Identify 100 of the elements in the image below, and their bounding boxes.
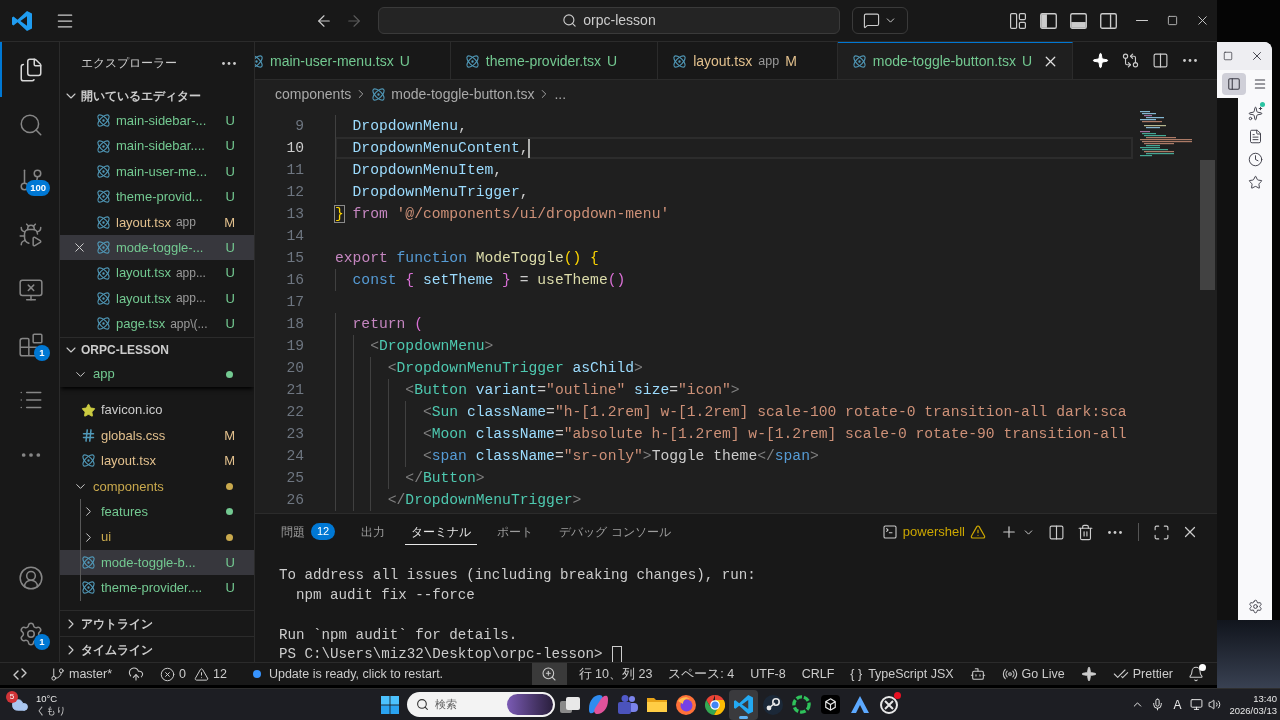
- panel-left-icon: [1227, 77, 1241, 91]
- chat-bubble-icon: [863, 12, 880, 29]
- git-status: U: [225, 162, 235, 181]
- terminal-selector[interactable]: powershell: [877, 520, 990, 544]
- atom-icon: [95, 214, 111, 230]
- breadcrumb-item[interactable]: ...: [554, 83, 567, 105]
- weather-widget[interactable]: 5 10°C くもり: [0, 689, 80, 720]
- chat-button[interactable]: [852, 7, 908, 34]
- open-editor-item[interactable]: layout.tsx app M: [60, 209, 254, 235]
- line-number: 26: [285, 491, 304, 510]
- highlight-image: [507, 694, 553, 715]
- notification-count: 5: [6, 690, 18, 703]
- file-item[interactable]: globals.css M: [60, 422, 254, 449]
- file-item[interactable]: mode-toggle-b... U: [60, 549, 254, 576]
- atom-icon: [80, 580, 96, 596]
- file-item[interactable]: theme-provider.... U: [60, 575, 254, 601]
- sidebar-toggle-button[interactable]: [1222, 73, 1246, 95]
- atom-icon: [95, 265, 111, 281]
- formatter-button[interactable]: Prettier: [1104, 663, 1181, 685]
- search-field[interactable]: 検索: [407, 692, 555, 717]
- open-editor-item[interactable]: main-user-me... U: [60, 158, 254, 185]
- panel-tab[interactable]: 出力: [355, 519, 392, 545]
- search-input[interactable]: 検索: [435, 696, 495, 713]
- branch-button[interactable]: master*: [42, 663, 121, 685]
- open-editor-item[interactable]: theme-provid... U: [60, 184, 254, 210]
- open-editor-item[interactable]: main-sidebar.... U: [60, 133, 254, 159]
- code-line: DropdownMenu,: [352, 117, 467, 136]
- line-number: 19: [285, 337, 304, 356]
- section-header[interactable]: アウトライン: [60, 611, 254, 636]
- maximize-icon: [1152, 523, 1170, 541]
- line-number: 21: [285, 381, 304, 400]
- open-editor-item[interactable]: mode-toggle-... U: [60, 234, 254, 261]
- start-icon: [381, 695, 399, 714]
- go-live-button[interactable]: Go Live: [993, 663, 1073, 685]
- panel-tab[interactable]: デバッグ コンソール: [553, 519, 677, 545]
- folder-item[interactable]: ui: [60, 524, 254, 550]
- ring-icon: [792, 695, 811, 714]
- temperature-text: 10°C: [36, 692, 58, 705]
- open-editor-item[interactable]: page.tsx app\(... U: [60, 311, 254, 337]
- status-item[interactable]: CRLF: [793, 663, 843, 685]
- atom-icon: [95, 189, 111, 205]
- update-button[interactable]: Update is ready, click to restart.: [244, 663, 452, 685]
- activity-bar-item[interactable]: 1: [0, 606, 60, 662]
- open-editor-item[interactable]: main-sidebar-... U: [60, 108, 254, 134]
- line-number: 17: [285, 293, 304, 312]
- file-item[interactable]: favicon.ico: [60, 397, 254, 423]
- trash-icon: [1076, 523, 1094, 541]
- remote-icon: [13, 668, 27, 680]
- editor-tab[interactable]: mode-toggle-button.tsx U: [837, 42, 1074, 79]
- language-button[interactable]: { } TypeScript JSX: [842, 663, 962, 685]
- terminal-icon: [881, 524, 898, 540]
- split-icon: [1151, 52, 1169, 69]
- panel-tab[interactable]: 問題 12: [275, 519, 342, 545]
- atom-icon: [371, 86, 387, 102]
- git-status: M: [785, 51, 797, 71]
- maximize-icon: [1223, 51, 1233, 61]
- problems-button[interactable]: 0 12: [152, 663, 235, 685]
- clock-icon: [1247, 151, 1263, 167]
- zoom-in-icon: [541, 666, 558, 682]
- stacked-squares-icon: [559, 696, 580, 713]
- atom-icon: [95, 240, 111, 256]
- code-line: return (: [352, 315, 423, 334]
- taskbar-app[interactable]: [729, 689, 758, 720]
- panel-tab[interactable]: ターミナル: [405, 519, 478, 545]
- folder-item[interactable]: features: [60, 499, 254, 525]
- file-item[interactable]: layout.tsx M: [60, 448, 254, 474]
- git-status: U: [225, 238, 235, 257]
- code-line: </Button>: [405, 469, 485, 488]
- open-editor-item[interactable]: layout.tsx app... U: [60, 285, 254, 312]
- activity-bar-item[interactable]: 1: [0, 317, 60, 372]
- search-icon: [416, 698, 429, 711]
- more-icon: [222, 61, 236, 65]
- git-status: U: [225, 579, 235, 598]
- section-header[interactable]: 開いているエディター: [60, 84, 254, 108]
- editor-tab[interactable]: main-user-menu.tsx U: [255, 42, 451, 79]
- open-editor-item[interactable]: layout.tsx app... U: [60, 260, 254, 286]
- folder-item[interactable]: app: [60, 361, 254, 387]
- command-center[interactable]: orpc-lesson: [378, 7, 840, 34]
- status-item[interactable]: スペース: 4: [660, 663, 743, 685]
- people-icon: [617, 695, 638, 714]
- section-header[interactable]: タイムライン: [60, 637, 254, 662]
- line-number: 22: [285, 403, 304, 422]
- atom-icon: [80, 453, 96, 469]
- status-item[interactable]: 行 10、列 23: [570, 663, 661, 685]
- active-indicator: [739, 715, 748, 719]
- status-item[interactable]: UTF-8: [742, 663, 794, 685]
- panel-tab[interactable]: ポート: [491, 519, 540, 545]
- section-header[interactable]: ORPC-LESSON: [60, 337, 254, 362]
- breadcrumb-item[interactable]: components: [275, 83, 352, 105]
- clock[interactable]: 13:40 2026/03/13: [1229, 692, 1277, 717]
- folder-item[interactable]: components: [60, 473, 254, 500]
- search-icon: [562, 13, 578, 28]
- ime-indicator[interactable]: A: [1167, 695, 1188, 714]
- breadcrumb-item[interactable]: mode-toggle-button.tsx: [371, 83, 535, 105]
- bot-icon: [969, 666, 986, 682]
- panel-right-icon: [1099, 12, 1117, 29]
- git-status: U: [225, 111, 235, 130]
- code-line: </DropdownMenuTrigger>: [387, 491, 582, 510]
- zoom-button[interactable]: [531, 663, 567, 685]
- activity-bar-item[interactable]: 100: [0, 152, 60, 207]
